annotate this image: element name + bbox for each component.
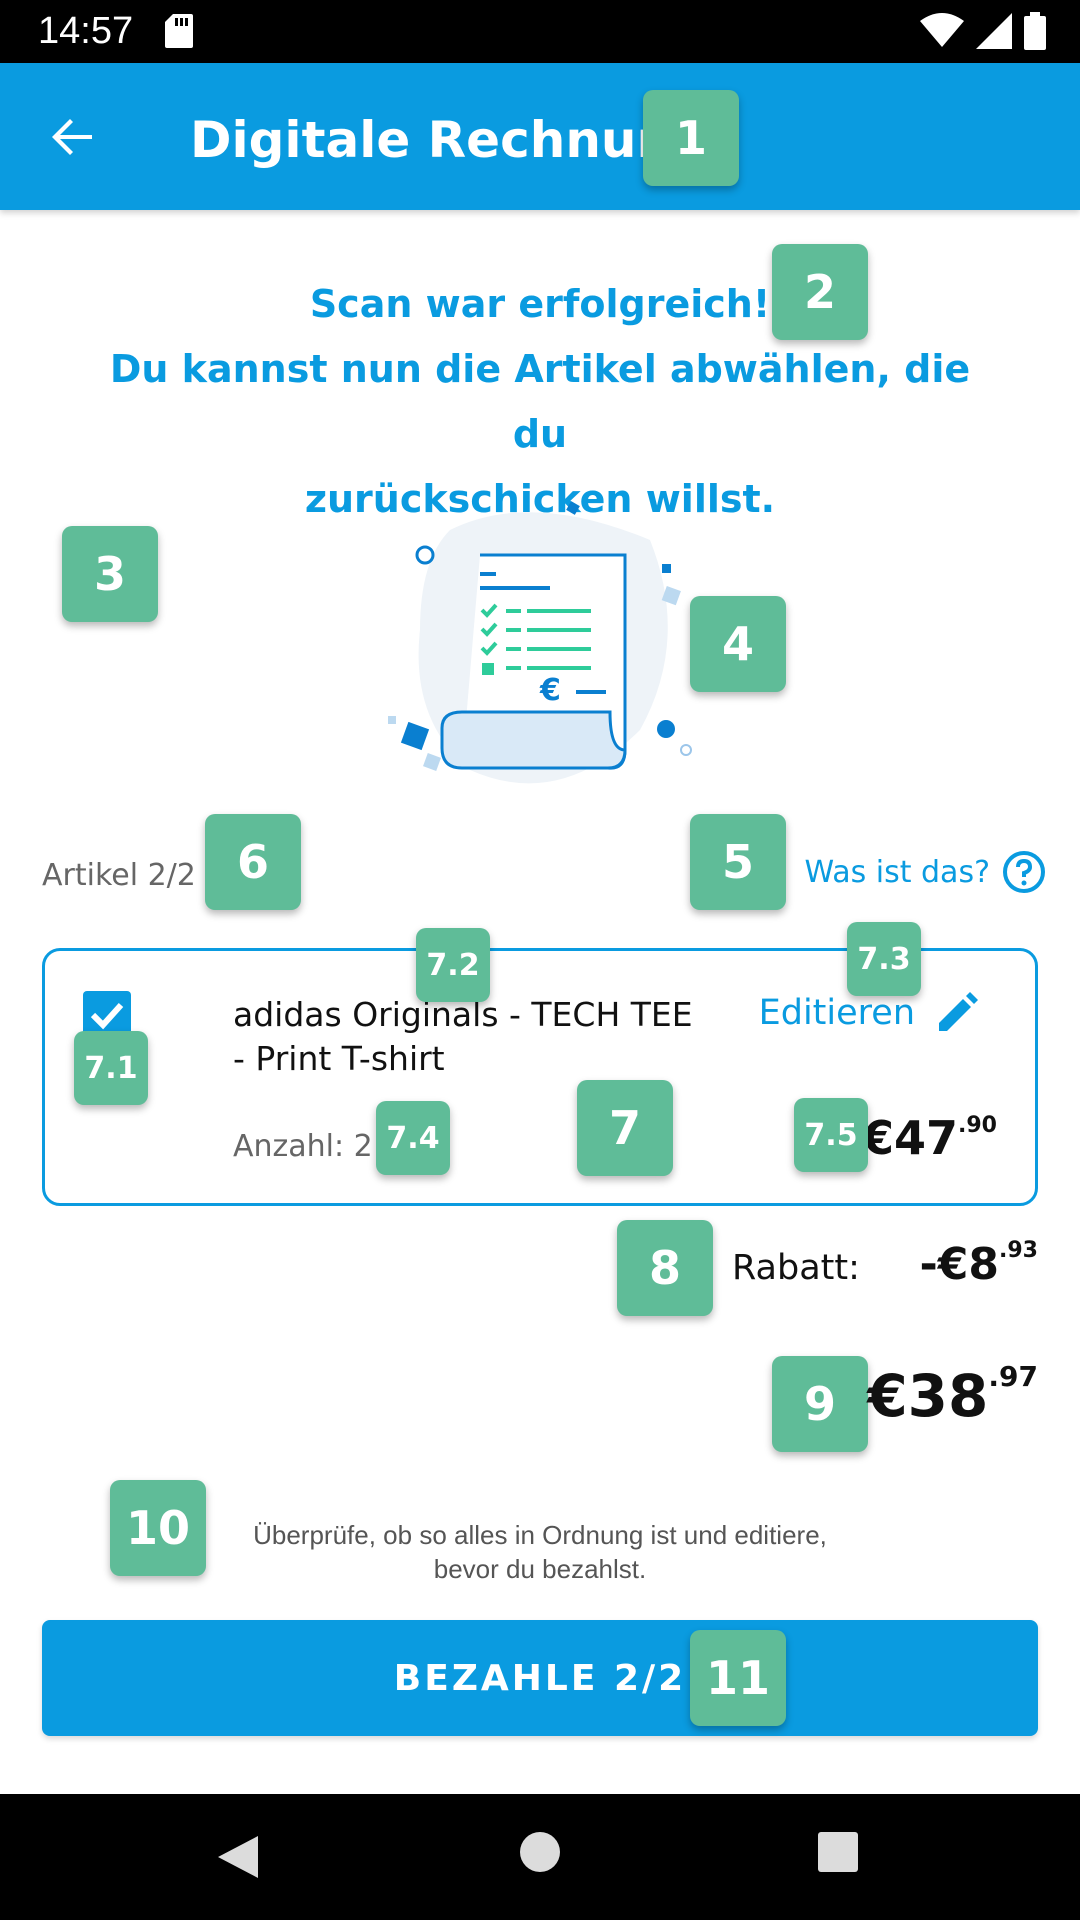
annotation-badge-4: 4 [690, 596, 786, 692]
sd-card-icon [165, 14, 193, 48]
annotation-badge-7-5: 7.5 [794, 1098, 868, 1172]
discount-value-cents: .93 [999, 1238, 1038, 1263]
total-amount: €38.97 [867, 1360, 1038, 1430]
headline-line-2: Du kannst nun die Artikel abwählen, die … [109, 347, 971, 456]
annotation-badge-5: 5 [690, 814, 786, 910]
item-price: €47.90 [862, 1111, 997, 1165]
help-circle-icon [1003, 851, 1045, 893]
wifi-icon [920, 13, 964, 47]
nav-home-icon[interactable] [520, 1832, 560, 1872]
system-nav-bar [0, 1794, 1080, 1920]
nav-back-icon[interactable] [214, 1832, 264, 1882]
edit-button-label: Editieren [758, 993, 915, 1033]
review-note-line-1: Überprüfe, ob so alles in Ordnung ist un… [253, 1520, 827, 1550]
back-arrow-icon[interactable] [44, 109, 100, 165]
signal-icon [976, 13, 1012, 49]
item-quantity: Anzahl: 2 [233, 1129, 373, 1164]
edit-button[interactable]: Editieren [759, 991, 979, 1035]
battery-icon [1024, 12, 1046, 50]
pay-button[interactable]: BEZAHLE 2/2 [42, 1620, 1038, 1736]
nav-recents-icon[interactable] [818, 1832, 858, 1872]
item-name: adidas Originals - TECH TEE - Print T-sh… [233, 993, 733, 1081]
svg-text:€: € [539, 673, 561, 708]
status-time: 14:57 [38, 10, 134, 52]
annotation-badge-7-3: 7.3 [847, 922, 921, 996]
annotation-badge-3: 3 [62, 526, 158, 622]
review-note: Überprüfe, ob so alles in Ordnung ist un… [200, 1518, 880, 1586]
total-amount-main: €38 [867, 1362, 989, 1430]
pencil-icon [939, 992, 978, 1031]
annotation-badge-11: 11 [690, 1630, 786, 1726]
annotation-badge-2: 2 [772, 244, 868, 340]
pay-button-label: BEZAHLE 2/2 [393, 1657, 687, 1699]
annotation-badge-1: 1 [643, 90, 739, 186]
discount-value: -€8.93 [920, 1238, 1038, 1290]
annotation-badge-10: 10 [110, 1480, 206, 1576]
item-price-main: €47 [861, 1111, 959, 1165]
item-name-line-2: - Print T-shirt [233, 1039, 445, 1078]
annotation-badge-7: 7 [577, 1080, 673, 1176]
item-count-label: Artikel 2/2 [42, 858, 196, 893]
annotation-badge-8: 8 [617, 1220, 713, 1316]
annotation-badge-9: 9 [772, 1356, 868, 1452]
help-link[interactable]: Was ist das? [804, 850, 1046, 894]
status-bar: 14:57 [0, 0, 1080, 63]
annotation-badge-7-4: 7.4 [376, 1101, 450, 1175]
discount-value-main: -€8 [919, 1239, 1000, 1290]
review-note-line-2: bevor du bezahlst. [433, 1554, 647, 1584]
page-title: Digitale Rechnung [190, 111, 708, 169]
annotation-badge-7-2: 7.2 [416, 928, 490, 1002]
item-price-cents: .90 [958, 1113, 997, 1138]
total-amount-cents: .97 [988, 1360, 1038, 1393]
annotation-badge-6: 6 [205, 814, 301, 910]
receipt-illustration: € [388, 501, 692, 784]
app-bar: Digitale Rechnung [0, 63, 1080, 210]
annotation-badge-7-1: 7.1 [74, 1031, 148, 1105]
help-link-label: Was ist das? [804, 854, 990, 890]
discount-label: Rabatt: [732, 1248, 860, 1288]
